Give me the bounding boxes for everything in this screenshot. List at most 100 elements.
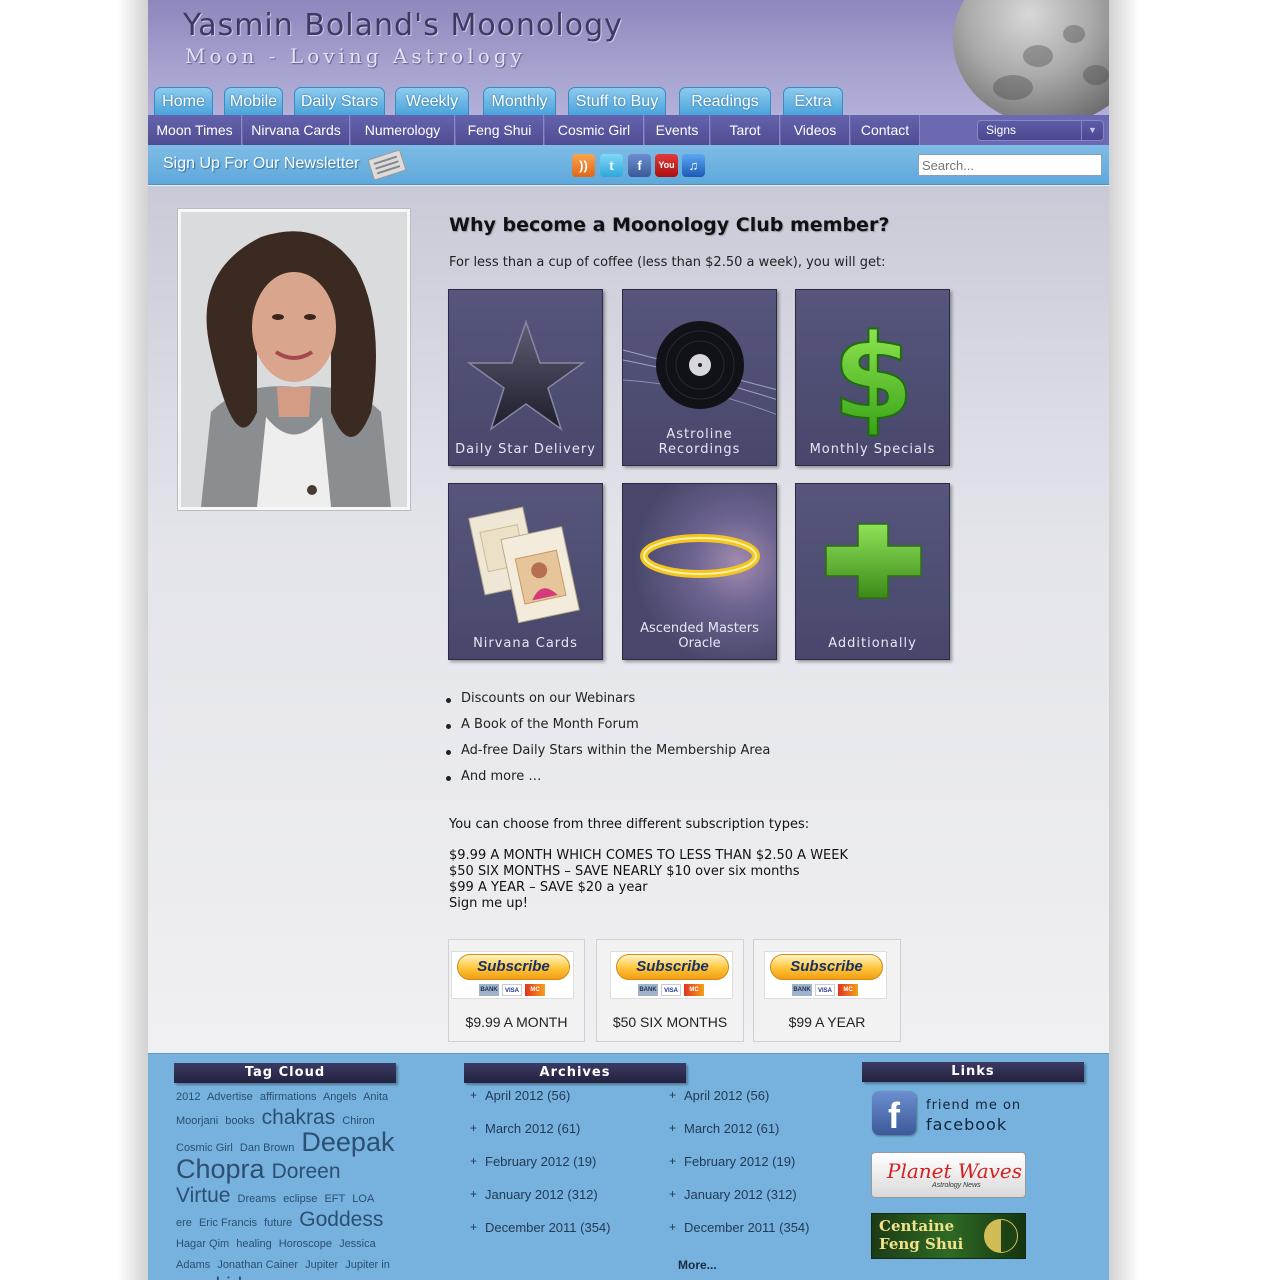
- visa-icon: VISA: [661, 984, 681, 996]
- bank-card-icon: BANK: [792, 984, 812, 996]
- newsletter-signup-link[interactable]: Sign Up For Our Newsletter: [163, 155, 360, 173]
- tab-daily-stars[interactable]: Daily Stars: [294, 87, 385, 115]
- tag-link[interactable]: 2012: [176, 1091, 200, 1103]
- tag-link[interactable]: Horoscope: [279, 1238, 332, 1250]
- tag-link[interactable]: chakras: [262, 1106, 336, 1129]
- more-archives-link[interactable]: More...: [678, 1258, 717, 1272]
- visa-icon: VISA: [502, 984, 522, 996]
- yin-yang-icon: [984, 1219, 1018, 1253]
- tile-monthly-specials[interactable]: $ Monthly Specials: [795, 289, 950, 466]
- newspaper-icon[interactable]: [367, 149, 407, 181]
- subnav-numerology[interactable]: Numerology: [351, 115, 455, 145]
- tab-weekly[interactable]: Weekly: [395, 87, 469, 115]
- tab-home[interactable]: Home: [154, 87, 213, 115]
- tag-link[interactable]: kids: [215, 1274, 252, 1280]
- tag-link[interactable]: Jupiter: [305, 1259, 338, 1271]
- facebook-link[interactable]: friend me on facebook: [926, 1096, 1021, 1136]
- tag-link[interactable]: Angels: [323, 1091, 357, 1103]
- tag-link[interactable]: eclipse: [283, 1193, 317, 1205]
- site-title[interactable]: Yasmin Boland's Moonology: [183, 8, 623, 43]
- subscribe-button[interactable]: Subscribe: [616, 954, 729, 980]
- archive-link[interactable]: January 2012 (312): [470, 1187, 611, 1220]
- archive-link[interactable]: April 2012 (56): [470, 1088, 611, 1121]
- moon-image: [953, 0, 1109, 115]
- bank-card-icon: BANK: [479, 984, 499, 996]
- links-heading: Links: [862, 1062, 1084, 1082]
- tile-astroline-recordings[interactable]: Astroline Recordings: [622, 289, 777, 466]
- tab-readings[interactable]: Readings: [679, 87, 771, 115]
- tag-link[interactable]: ere: [176, 1217, 192, 1229]
- subnav-nirvana-cards[interactable]: Nirvana Cards: [243, 115, 350, 145]
- site-tagline: Moon - Loving Astrology: [185, 44, 526, 68]
- tag-link[interactable]: LOA: [352, 1193, 374, 1205]
- archive-link[interactable]: January 2012 (312): [669, 1187, 810, 1220]
- subnav-cosmic-girl[interactable]: Cosmic Girl: [545, 115, 644, 145]
- subnav-feng-shui[interactable]: Feng Shui: [456, 115, 544, 145]
- tag-link[interactable]: Jonathan Cainer: [217, 1259, 298, 1271]
- tile-label: Additionally: [828, 636, 917, 651]
- archive-link[interactable]: February 2012 (19): [669, 1154, 810, 1187]
- tag-link[interactable]: Chiron: [342, 1115, 374, 1127]
- page: Yasmin Boland's Moonology Moon - Loving …: [148, 0, 1109, 1280]
- price-lines: $9.99 A MONTH WHICH COMES TO LESS THAN $…: [449, 848, 848, 912]
- tab-monthly[interactable]: Monthly: [483, 87, 556, 115]
- tag-link[interactable]: Advertise: [207, 1091, 253, 1103]
- tag-link[interactable]: affirmations: [260, 1091, 317, 1103]
- tile-additionally[interactable]: Additionally: [795, 483, 950, 660]
- subnav-tarot[interactable]: Tarot: [711, 115, 780, 145]
- tile-label: Nirvana Cards: [473, 636, 578, 651]
- facebook-icon[interactable]: f: [628, 154, 651, 177]
- chevron-down-icon: ▼: [1081, 121, 1103, 140]
- tile-nirvana-cards[interactable]: Nirvana Cards: [448, 483, 603, 660]
- archive-link[interactable]: March 2012 (61): [470, 1121, 611, 1154]
- archive-link[interactable]: December 2011 (354): [669, 1220, 810, 1253]
- rss-icon[interactable]: )): [572, 154, 595, 177]
- tag-link[interactable]: Dreams: [238, 1193, 277, 1205]
- price-six-months: $50 SIX MONTHS – SAVE NEARLY $10 over si…: [449, 864, 800, 879]
- tag-link[interactable]: Hagar Qim: [176, 1238, 229, 1250]
- tag-link[interactable]: Eric Francis: [199, 1217, 257, 1229]
- feng-shui-line2: Feng Shui: [879, 1235, 964, 1253]
- youtube-icon[interactable]: You: [655, 154, 678, 177]
- signs-select[interactable]: Signs ▼: [977, 120, 1104, 141]
- tile-label: Ascended Masters Oracle: [640, 621, 759, 651]
- tag-link[interactable]: future: [264, 1217, 292, 1229]
- tag-link[interactable]: Dan Brown: [240, 1142, 294, 1154]
- planet-waves-banner[interactable]: Planet Waves Astrology News: [871, 1152, 1026, 1198]
- list-item: Discounts on our Webinars: [443, 691, 770, 717]
- subscribe-button[interactable]: Subscribe: [457, 954, 570, 980]
- tag-link[interactable]: Goddess: [299, 1208, 383, 1231]
- tag-cloud-heading: Tag Cloud: [174, 1063, 396, 1083]
- tab-extra[interactable]: Extra: [783, 87, 843, 115]
- subnav-videos[interactable]: Videos: [781, 115, 850, 145]
- benefits-list: Discounts on our Webinars A Book of the …: [443, 691, 770, 795]
- star-icon: [466, 319, 586, 431]
- tag-link[interactable]: books: [225, 1115, 254, 1127]
- tag-link[interactable]: healing: [236, 1238, 271, 1250]
- twitter-icon[interactable]: t: [600, 154, 623, 177]
- archive-link[interactable]: February 2012 (19): [470, 1154, 611, 1187]
- centaine-feng-shui-banner[interactable]: Centaine Feng Shui: [871, 1213, 1026, 1259]
- main-content: Why become a Moonology Club member? For …: [148, 186, 1109, 1053]
- tab-stuff-to-buy[interactable]: Stuff to Buy: [568, 87, 666, 115]
- tag-link[interactable]: Cosmic Girl: [176, 1142, 233, 1154]
- subnav-events[interactable]: Events: [645, 115, 710, 145]
- facebook-icon[interactable]: f: [872, 1091, 916, 1136]
- price-yearly: $99 A YEAR – SAVE $20 a year: [449, 880, 648, 895]
- subnav-moon-times[interactable]: Moon Times: [148, 115, 242, 145]
- tag-link[interactable]: EFT: [324, 1193, 345, 1205]
- sub-nav: Moon Times Nirvana Cards Numerology Feng…: [148, 115, 1109, 145]
- archive-link[interactable]: December 2011 (354): [470, 1220, 611, 1253]
- archive-link[interactable]: April 2012 (56): [669, 1088, 810, 1121]
- archives-list-1: April 2012 (56) March 2012 (61) February…: [470, 1088, 611, 1253]
- tile-daily-star-delivery[interactable]: Daily Star Delivery: [448, 289, 603, 466]
- subnav-contact[interactable]: Contact: [851, 115, 920, 145]
- dollar-sign-icon: $: [831, 307, 915, 447]
- subscribe-button[interactable]: Subscribe: [770, 954, 883, 980]
- search-input[interactable]: [918, 154, 1102, 176]
- page-title: Why become a Moonology Club member?: [449, 214, 890, 236]
- archive-link[interactable]: March 2012 (61): [669, 1121, 810, 1154]
- tile-ascended-masters-oracle[interactable]: Ascended Masters Oracle: [622, 483, 777, 660]
- tab-mobile[interactable]: Mobile: [224, 87, 283, 115]
- itunes-icon[interactable]: ♫: [682, 154, 705, 177]
